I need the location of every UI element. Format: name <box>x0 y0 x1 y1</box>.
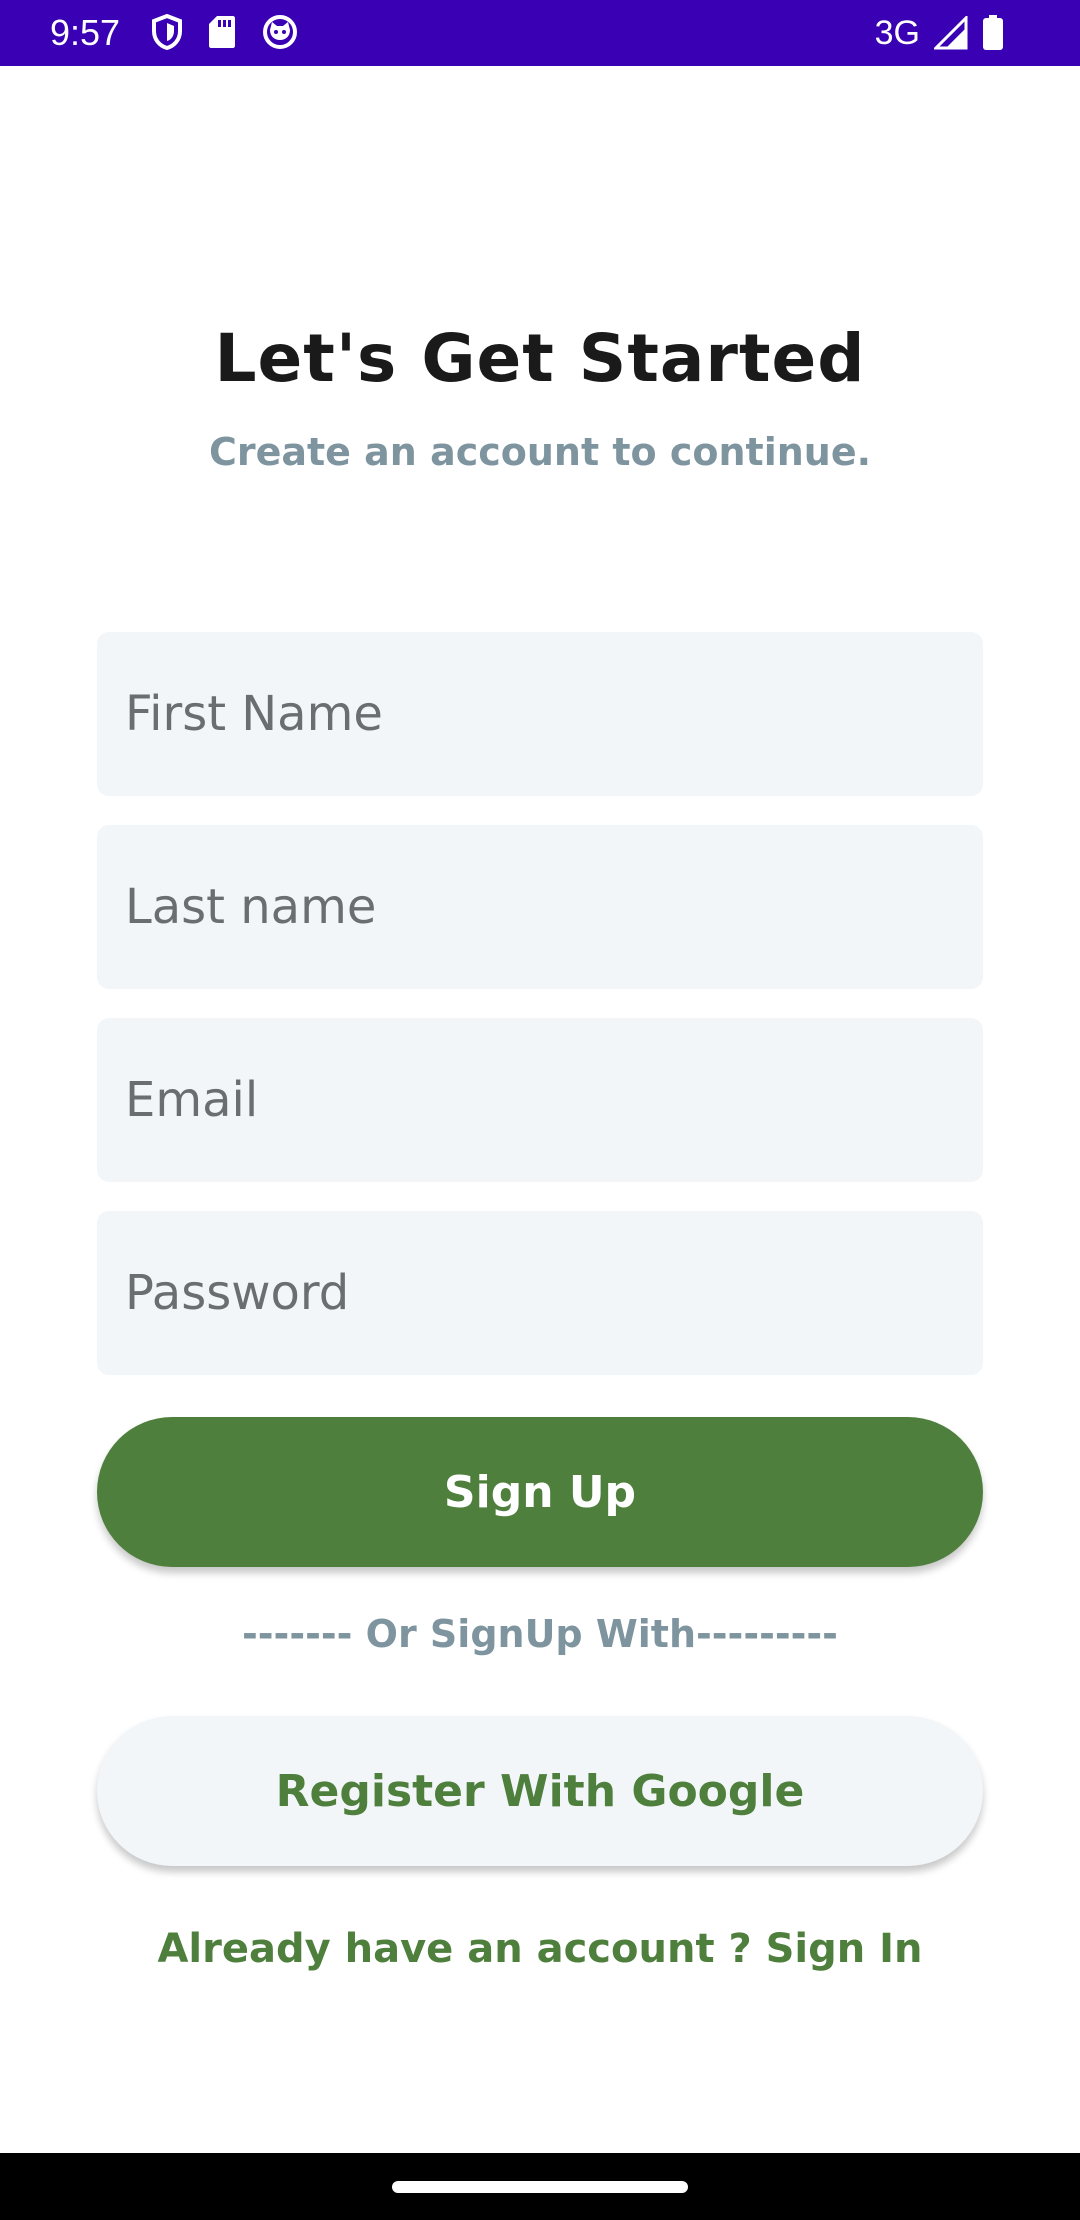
cat-face-icon <box>262 14 298 50</box>
signal-icon <box>934 16 968 50</box>
status-time: 9:57 <box>50 12 121 53</box>
email-field[interactable] <box>97 1018 983 1182</box>
navigation-bar <box>0 2153 1080 2220</box>
network-type: 3G <box>874 14 920 52</box>
sign-in-link[interactable]: Already have an account ? Sign In <box>0 1926 1080 1972</box>
sign-up-button[interactable]: Sign Up <box>97 1417 983 1567</box>
last-name-field[interactable] <box>97 825 983 989</box>
sd-card-icon <box>208 15 236 49</box>
page-subtitle: Create an account to continue. <box>208 430 872 474</box>
page-title: Let's Get Started <box>214 320 866 397</box>
shield-icon <box>152 14 182 50</box>
or-signup-divider: ------- Or SignUp With--------- <box>242 1612 838 1656</box>
home-indicator[interactable] <box>392 2181 688 2193</box>
password-field[interactable] <box>97 1211 983 1375</box>
first-name-field[interactable] <box>97 632 983 796</box>
status-system-icons: 3G <box>875 10 1004 56</box>
status-bar: 9:57 3G <box>0 0 1080 66</box>
register-with-google-button[interactable]: Register With Google <box>97 1716 983 1866</box>
status-notification-icons <box>152 14 298 50</box>
battery-icon <box>982 15 1004 51</box>
